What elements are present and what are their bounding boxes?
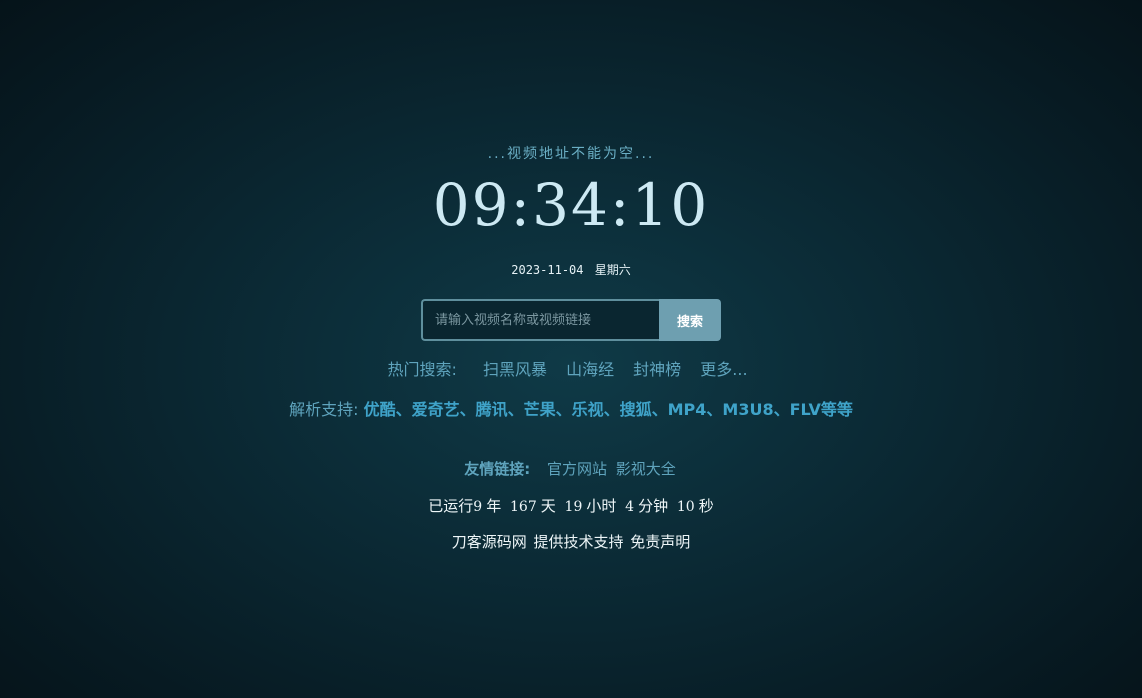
friend-links-label: 友情链接: bbox=[464, 460, 531, 478]
runtime-days: 167 bbox=[510, 499, 537, 515]
parse-support-list: 优酷、爱奇艺、腾讯、芒果、乐视、搜狐、MP4、M3U8、FLV等等 bbox=[363, 400, 853, 419]
parse-support: 解析支持: 优酷、爱奇艺、腾讯、芒果、乐视、搜狐、MP4、M3U8、FLV等等 bbox=[0, 396, 1142, 420]
parse-support-label: 解析支持: bbox=[289, 400, 359, 419]
empty-url-notice: ...视频地址不能为空... bbox=[487, 146, 655, 162]
runtime-years: 9 bbox=[473, 499, 483, 515]
runtime-prefix: 已运行 bbox=[428, 497, 474, 515]
runtime-minutes: 4 bbox=[625, 499, 635, 515]
friend-link-movies[interactable]: 影视大全 bbox=[616, 460, 676, 478]
hot-search-label: 热门搜索: bbox=[387, 360, 457, 379]
footer-disclaimer-link[interactable]: 免责声明 bbox=[630, 533, 690, 551]
date-line: 2023-11-04 星期六 bbox=[0, 261, 1142, 278]
friend-link-official[interactable]: 官方网站 bbox=[547, 460, 607, 478]
runtime-seconds: 10 bbox=[676, 499, 695, 515]
runtime-minutes-unit: 分钟 bbox=[638, 497, 669, 515]
hot-search-item[interactable]: 封神榜 bbox=[633, 360, 681, 379]
runtime-hours: 19 bbox=[564, 499, 583, 515]
runtime-hours-unit: 小时 bbox=[586, 497, 617, 515]
search-box: 搜索 bbox=[421, 299, 721, 341]
footer-support-text: 提供技术支持 bbox=[533, 533, 624, 551]
runtime-days-unit: 天 bbox=[540, 497, 556, 515]
search-button[interactable]: 搜索 bbox=[659, 299, 721, 341]
runtime-seconds-unit: 秒 bbox=[698, 497, 714, 515]
hot-search-more-link[interactable]: 更多... bbox=[700, 360, 747, 379]
search-input[interactable] bbox=[421, 299, 659, 341]
hot-search: 热门搜索: 扫黑风暴 山海经 封神榜 更多... bbox=[0, 356, 1142, 380]
hot-search-item[interactable]: 山海经 bbox=[566, 360, 614, 379]
runtime-years-unit: 年 bbox=[486, 497, 502, 515]
weekday-text: 星期六 bbox=[594, 263, 631, 277]
footer: 刀客源码网 提供技术支持 免责声明 bbox=[0, 531, 1142, 552]
footer-site-link[interactable]: 刀客源码网 bbox=[452, 533, 527, 551]
runtime-counter: 已运行9 年 167 天 19 小时 4 分钟 10 秒 bbox=[0, 495, 1142, 516]
hot-search-item[interactable]: 扫黑风暴 bbox=[483, 360, 547, 379]
clock: 09:34:10 bbox=[432, 171, 710, 239]
date-text: 2023-11-04 bbox=[511, 263, 584, 277]
friend-links: 友情链接: 官方网站 影视大全 bbox=[0, 458, 1142, 479]
